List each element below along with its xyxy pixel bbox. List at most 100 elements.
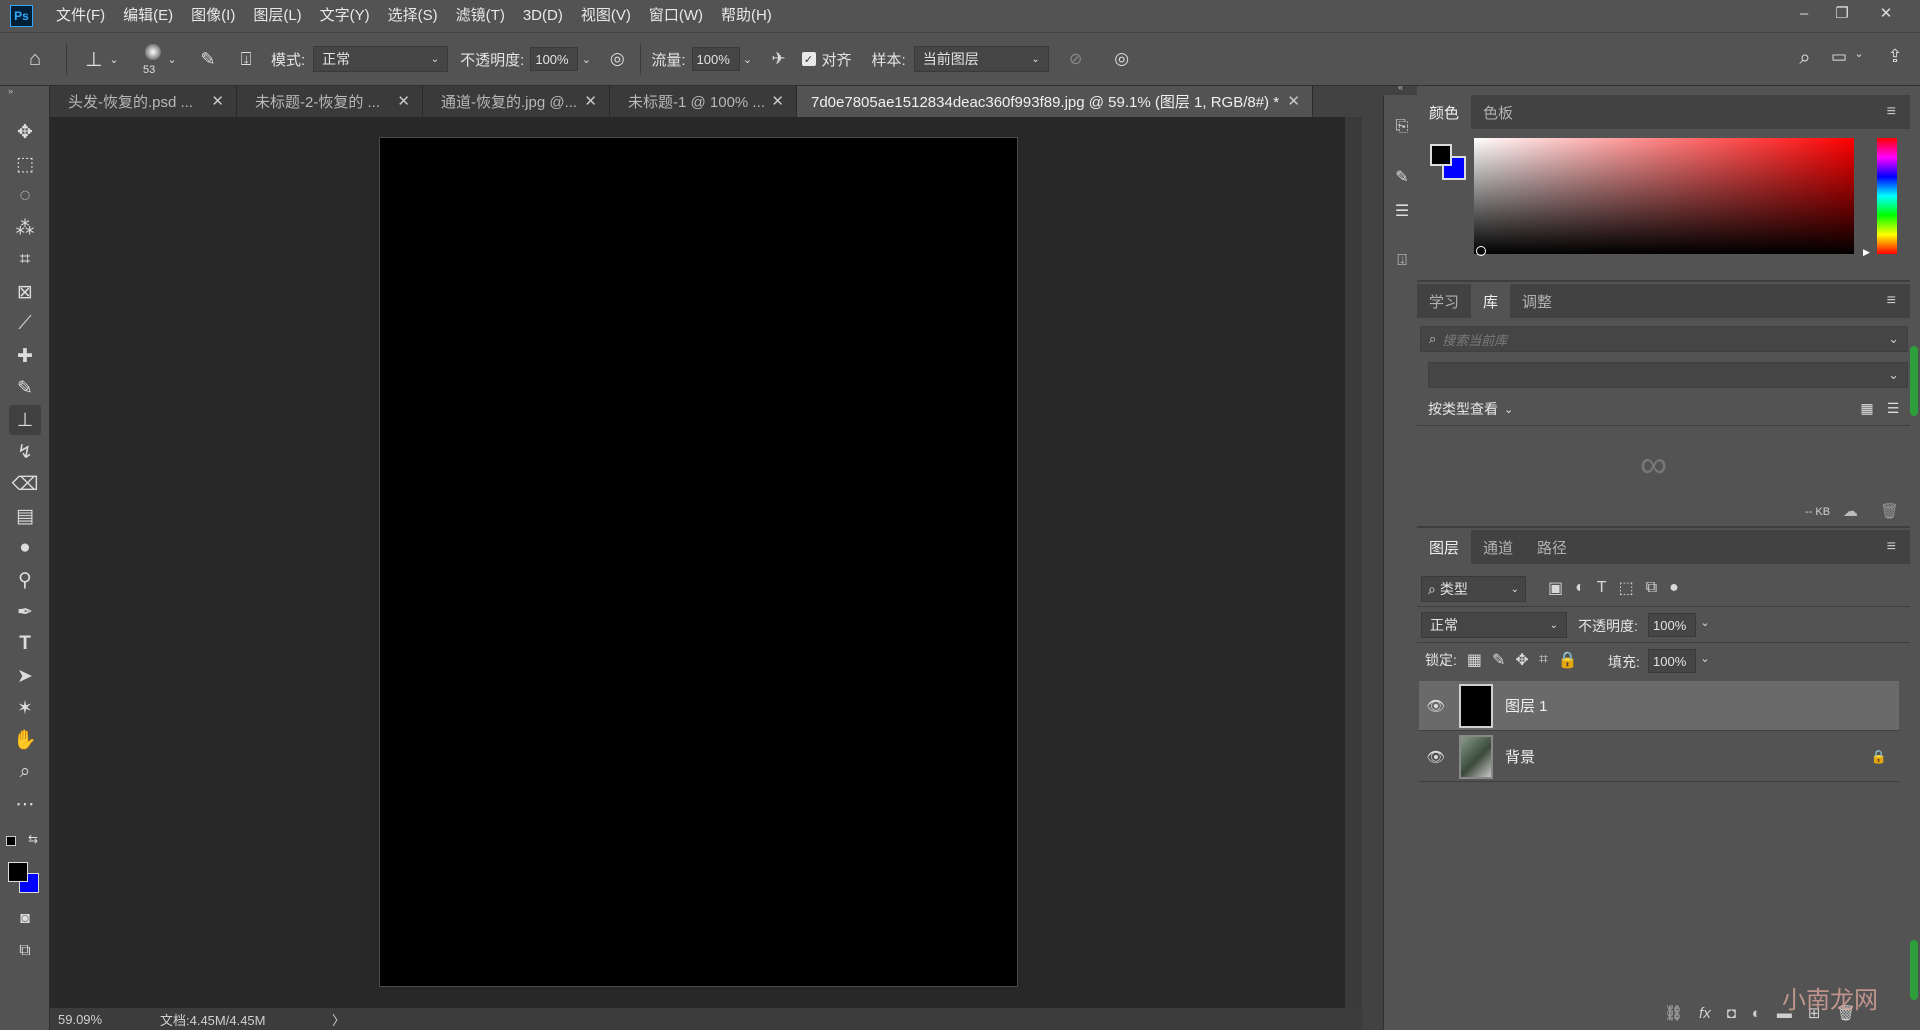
chevron-down-icon[interactable]: ⌄ bbox=[1698, 616, 1712, 629]
hue-slider-handle[interactable]: ▶ bbox=[1863, 247, 1870, 258]
visibility-eye-icon[interactable]: 👁 bbox=[1419, 748, 1453, 766]
trash-icon[interactable]: 🗑 bbox=[1880, 502, 1899, 520]
close-window-button[interactable]: ✕ bbox=[1866, 0, 1906, 26]
pixel-filter-icon[interactable]: ▣ bbox=[1548, 578, 1563, 598]
pressure-opacity-icon[interactable]: ◎ bbox=[604, 49, 630, 69]
chevron-down-icon[interactable]: ⌄ bbox=[1698, 652, 1712, 665]
eraser-tool-icon[interactable]: ⌫ bbox=[9, 469, 41, 499]
library-dropdown[interactable]: ⌄ bbox=[1428, 362, 1908, 388]
tab-learn[interactable]: 学习 bbox=[1417, 284, 1471, 318]
menu-window[interactable]: 窗口(W) bbox=[649, 0, 703, 32]
menu-filter[interactable]: 滤镜(T) bbox=[456, 0, 505, 32]
status-menu-arrow[interactable]: 〉 bbox=[332, 1010, 345, 1029]
adjustment-filter-icon[interactable]: ◐ bbox=[1575, 579, 1585, 597]
view-by-type-dropdown[interactable]: 按类型查看 ⌄ bbox=[1428, 399, 1513, 419]
history-panel-icon[interactable]: ⎘ bbox=[1390, 115, 1414, 139]
grid-view-icon[interactable]: ▦ bbox=[1858, 399, 1876, 417]
menu-file[interactable]: 文件(F) bbox=[56, 0, 105, 32]
document-tab[interactable]: 头发-恢复的.psd ... ✕ bbox=[50, 86, 237, 117]
chevron-down-icon[interactable]: ⌄ bbox=[165, 53, 179, 66]
shape-filter-icon[interactable]: ⬚ bbox=[1619, 578, 1634, 598]
close-icon[interactable]: ✕ bbox=[771, 92, 784, 110]
link-layers-icon[interactable]: ⛓ bbox=[1664, 1004, 1683, 1022]
home-icon[interactable]: ⌂ bbox=[20, 48, 50, 71]
tab-libraries[interactable]: 库 bbox=[1471, 284, 1511, 318]
list-view-icon[interactable]: ☰ bbox=[1884, 399, 1902, 417]
vertical-scrollbar[interactable] bbox=[1345, 117, 1362, 1009]
airbrush-icon[interactable]: ✈ bbox=[766, 49, 792, 69]
brush-size-picker[interactable]: 53 bbox=[141, 40, 165, 78]
document-tab[interactable]: 未标题-2-恢复的 ... ✕ bbox=[237, 86, 423, 117]
lasso-tool-icon[interactable]: ◌ bbox=[9, 181, 41, 211]
lock-position-icon[interactable]: ✥ bbox=[1515, 650, 1528, 670]
more-tools-icon[interactable]: ⋯ bbox=[9, 789, 41, 819]
share-icon[interactable]: ⇪ bbox=[1882, 46, 1908, 67]
sample-dropdown[interactable]: 当前图层 ⌄ bbox=[913, 46, 1049, 72]
library-search-input[interactable]: ⌕ 搜索当前库 ⌄ bbox=[1420, 326, 1908, 352]
frame-tool-icon[interactable]: ⊠ bbox=[9, 277, 41, 307]
shape-tool-icon[interactable]: ✶ bbox=[9, 693, 41, 723]
lock-artboard-icon[interactable]: ⌗ bbox=[1539, 651, 1548, 669]
type-tool-icon[interactable]: T bbox=[9, 629, 41, 659]
layers-scrollbar[interactable] bbox=[1910, 940, 1918, 1000]
hand-tool-icon[interactable]: ✋ bbox=[9, 725, 41, 755]
pressure-size-icon[interactable]: ◎ bbox=[1109, 49, 1135, 69]
cloud-sync-icon[interactable]: ☁ bbox=[1843, 502, 1858, 520]
crop-tool-icon[interactable]: ⌗ bbox=[9, 245, 41, 275]
visibility-eye-icon[interactable]: 👁 bbox=[1419, 697, 1453, 715]
blur-tool-icon[interactable]: ● bbox=[9, 533, 41, 563]
pen-tool-icon[interactable]: ✒ bbox=[9, 597, 41, 627]
close-icon[interactable]: ✕ bbox=[584, 92, 597, 110]
library-scrollbar[interactable] bbox=[1910, 346, 1918, 416]
tab-paths[interactable]: 路径 bbox=[1525, 530, 1579, 564]
layer-opacity-input[interactable]: 100% bbox=[1648, 613, 1696, 637]
zoom-level[interactable]: 59.09% bbox=[58, 1012, 126, 1027]
align-checkbox[interactable]: ✓ bbox=[801, 52, 816, 66]
add-mask-icon[interactable]: ◘ bbox=[1727, 1005, 1736, 1022]
brush-tool-icon[interactable]: ✎ bbox=[9, 373, 41, 403]
menu-help[interactable]: 帮助(H) bbox=[721, 0, 772, 32]
panel-menu-icon[interactable]: ≡ bbox=[1887, 103, 1896, 121]
tab-channels[interactable]: 通道 bbox=[1471, 530, 1525, 564]
document-tab[interactable]: 未标题-1 @ 100% ... ✕ bbox=[610, 86, 797, 117]
menu-select[interactable]: 选择(S) bbox=[388, 0, 438, 32]
eyedropper-tool-icon[interactable]: ⟋ bbox=[9, 309, 41, 339]
color-field[interactable] bbox=[1474, 138, 1854, 254]
adjustment-layer-icon[interactable]: ◐ bbox=[1752, 1005, 1761, 1022]
fill-input[interactable]: 100% bbox=[1648, 649, 1696, 673]
fx-icon[interactable]: fx bbox=[1699, 1005, 1711, 1022]
minimize-button[interactable]: – bbox=[1784, 0, 1824, 26]
path-selection-tool-icon[interactable]: ➤ bbox=[9, 661, 41, 691]
type-filter-icon[interactable]: T bbox=[1597, 579, 1607, 597]
tab-color[interactable]: 颜色 bbox=[1417, 95, 1472, 129]
clone-stamp-tool-icon[interactable]: ⊥ bbox=[9, 405, 41, 435]
chevron-down-icon[interactable]: ⌄ bbox=[740, 53, 756, 66]
menu-3d[interactable]: 3D(D) bbox=[523, 0, 563, 32]
lock-all-icon[interactable]: 🔒 bbox=[1558, 650, 1578, 670]
hue-slider[interactable] bbox=[1877, 138, 1897, 254]
filter-toggle-icon[interactable]: ● bbox=[1669, 579, 1679, 597]
swap-colors-icon[interactable]: ⇆ bbox=[28, 832, 38, 846]
collapse-arrows-icon[interactable]: » bbox=[8, 86, 13, 96]
layer-name[interactable]: 图层 1 bbox=[1505, 695, 1548, 716]
document-tab[interactable]: 通道-恢复的.jpg @... ✕ bbox=[423, 86, 610, 117]
healing-brush-tool-icon[interactable]: ✚ bbox=[9, 341, 41, 371]
lock-transparent-icon[interactable]: ▦ bbox=[1467, 650, 1482, 670]
mode-dropdown[interactable]: 正常 ⌄ bbox=[313, 46, 449, 72]
clone-stamp-preset-icon[interactable]: ⊥ bbox=[81, 47, 107, 72]
tab-swatches[interactable]: 色板 bbox=[1471, 95, 1525, 129]
layer-row[interactable]: 👁 背景 🔒 bbox=[1419, 732, 1899, 782]
tab-adjustments[interactable]: 调整 bbox=[1510, 284, 1564, 318]
gradient-tool-icon[interactable]: ▤ bbox=[9, 501, 41, 531]
close-icon[interactable]: ✕ bbox=[211, 92, 224, 110]
history-brush-tool-icon[interactable]: ↯ bbox=[9, 437, 41, 467]
marquee-tool-icon[interactable]: ⬚ bbox=[9, 149, 41, 179]
screen-mode-icon[interactable]: ⧉ bbox=[9, 936, 41, 966]
tab-layers[interactable]: 图层 bbox=[1417, 530, 1472, 564]
move-tool-icon[interactable]: ✥ bbox=[9, 117, 41, 147]
menu-view[interactable]: 视图(V) bbox=[581, 0, 631, 32]
properties-icon[interactable]: ☰ bbox=[1390, 199, 1414, 223]
clone-source-icon[interactable]: ⍗ bbox=[233, 49, 259, 70]
clone-source-panel-icon[interactable]: ⍗ bbox=[1390, 249, 1414, 273]
zoom-tool-icon[interactable]: ⌕ bbox=[9, 757, 41, 787]
